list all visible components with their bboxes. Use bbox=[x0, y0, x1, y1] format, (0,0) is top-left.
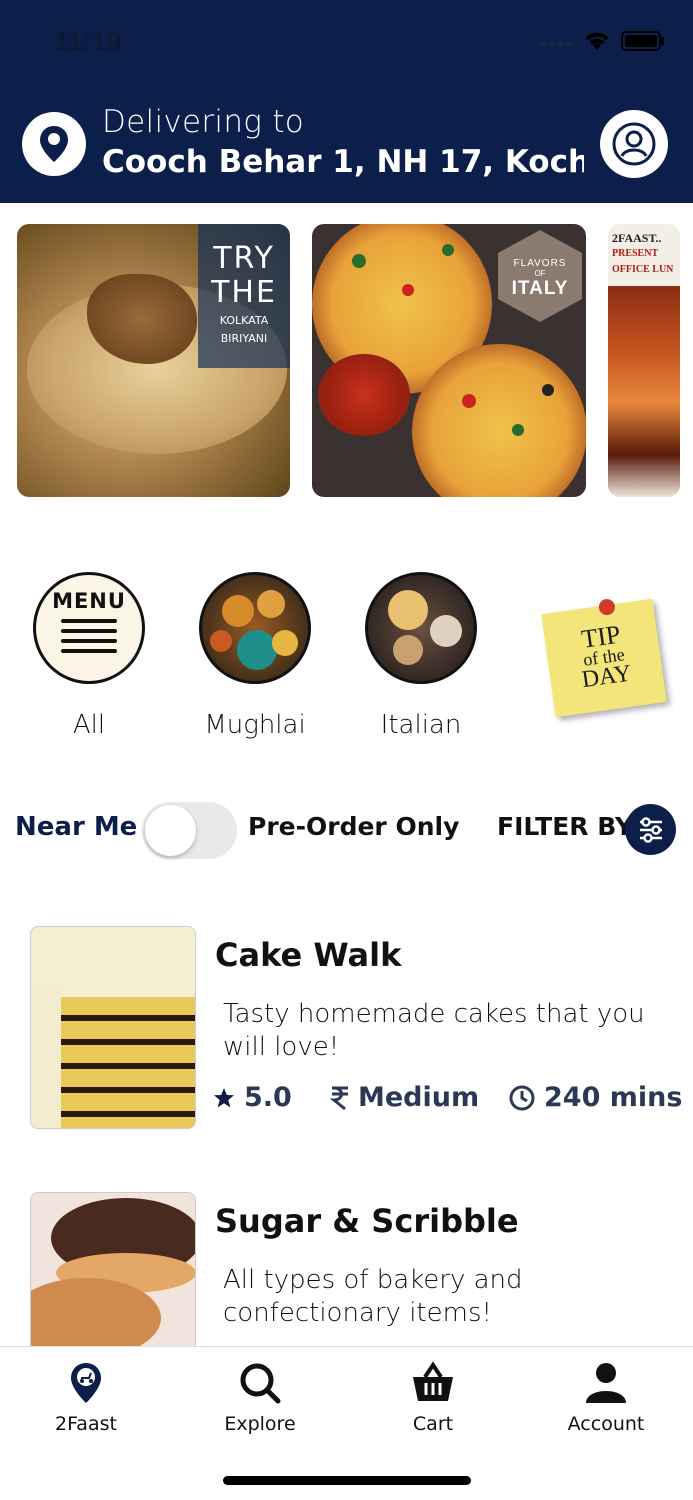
biryani-tag: TRY THE KOLKATA BIRIYANI bbox=[198, 224, 290, 368]
delivery-time: 240 mins bbox=[508, 1082, 682, 1113]
wifi-icon bbox=[585, 32, 609, 50]
filter-button[interactable] bbox=[625, 804, 676, 855]
lunch-image bbox=[608, 286, 680, 497]
italy-badge: FLAVORS OF ITALY bbox=[498, 230, 582, 322]
category-mughlai-label[interactable]: Mughlai bbox=[175, 710, 335, 740]
pre-order-label[interactable]: Pre-Order Only bbox=[248, 812, 459, 841]
restaurant-description: All types of bakery and confectionary it… bbox=[223, 1265, 523, 1328]
restaurant-description: Tasty homemade cakes that you will love! bbox=[223, 999, 645, 1062]
restaurant-card[interactable]: Sugar & Scribble All types of bakery and… bbox=[0, 1192, 693, 1346]
signal-icon bbox=[540, 41, 573, 47]
category-row: MENU All Mughlai Italian TIP of the DAY bbox=[0, 560, 693, 760]
sauce-bowl bbox=[318, 354, 410, 436]
pre-order-toggle[interactable] bbox=[142, 802, 237, 859]
person-icon bbox=[586, 1363, 626, 1403]
restaurant-image bbox=[30, 1192, 196, 1346]
user-circle-icon bbox=[612, 122, 656, 166]
category-italian-icon[interactable] bbox=[365, 572, 477, 684]
tab-account[interactable]: Account bbox=[531, 1361, 681, 1435]
status-icons bbox=[539, 30, 665, 52]
tab-explore[interactable]: Explore bbox=[185, 1361, 335, 1435]
rating: 5.0 bbox=[212, 1082, 292, 1113]
delivery-address[interactable]: Cooch Behar 1, NH 17, Koch Bih bbox=[102, 144, 584, 180]
search-icon bbox=[240, 1363, 281, 1404]
star-icon bbox=[214, 1087, 234, 1107]
app-header: 11:19 Delivering to Cooch Behar 1, NH 17… bbox=[0, 0, 693, 203]
location-button[interactable] bbox=[22, 112, 86, 176]
filter-row: Near Me Pre-Order Only FILTER BY bbox=[0, 800, 693, 860]
category-mughlai-icon[interactable] bbox=[199, 572, 311, 684]
office-lunch-banner[interactable]: 2FAAST.. PRESENT OFFICE LUN bbox=[608, 224, 680, 497]
biryani-banner[interactable]: TRY THE KOLKATA BIRIYANI bbox=[17, 224, 290, 497]
italy-banner[interactable]: FLAVORS OF ITALY bbox=[312, 224, 586, 497]
category-all-label[interactable]: All bbox=[9, 710, 169, 740]
delivering-to-label: Delivering to bbox=[102, 104, 305, 140]
price-level: Medium bbox=[330, 1082, 479, 1113]
category-italian-label[interactable]: Italian bbox=[341, 710, 501, 740]
pushpin-icon bbox=[597, 598, 616, 617]
clock-icon bbox=[509, 1085, 535, 1110]
rupee-icon bbox=[330, 1086, 348, 1110]
toggle-knob bbox=[145, 805, 196, 856]
basket-icon bbox=[413, 1361, 453, 1401]
location-pin-icon bbox=[40, 126, 68, 162]
home-indicator[interactable] bbox=[223, 1476, 471, 1485]
tip-of-the-day-note[interactable]: TIP of the DAY bbox=[541, 598, 667, 718]
status-time: 11:19 bbox=[54, 26, 122, 56]
restaurant-name: Cake Walk bbox=[215, 936, 402, 974]
price-value: Medium bbox=[358, 1082, 480, 1113]
filter-by-label[interactable]: FILTER BY bbox=[497, 812, 633, 841]
sliders-icon bbox=[639, 816, 662, 843]
near-me-label[interactable]: Near Me bbox=[15, 812, 137, 842]
promo-carousel[interactable]: TRY THE KOLKATA BIRIYANI FLAVORS OF ITAL… bbox=[0, 224, 693, 498]
tab-cart[interactable]: Cart bbox=[358, 1361, 508, 1435]
category-all-icon[interactable]: MENU bbox=[33, 572, 145, 684]
restaurant-card[interactable]: Cake Walk Tasty homemade cakes that you … bbox=[0, 926, 693, 1136]
scooter-pin-icon bbox=[71, 1363, 101, 1403]
restaurant-image bbox=[30, 926, 196, 1129]
rating-value: 5.0 bbox=[244, 1082, 292, 1113]
restaurant-name: Sugar & Scribble bbox=[215, 1202, 519, 1240]
tab-2faast[interactable]: 2Faast bbox=[11, 1361, 161, 1435]
battery-icon bbox=[621, 31, 664, 51]
time-value: 240 mins bbox=[544, 1082, 683, 1113]
profile-button[interactable] bbox=[600, 110, 668, 178]
